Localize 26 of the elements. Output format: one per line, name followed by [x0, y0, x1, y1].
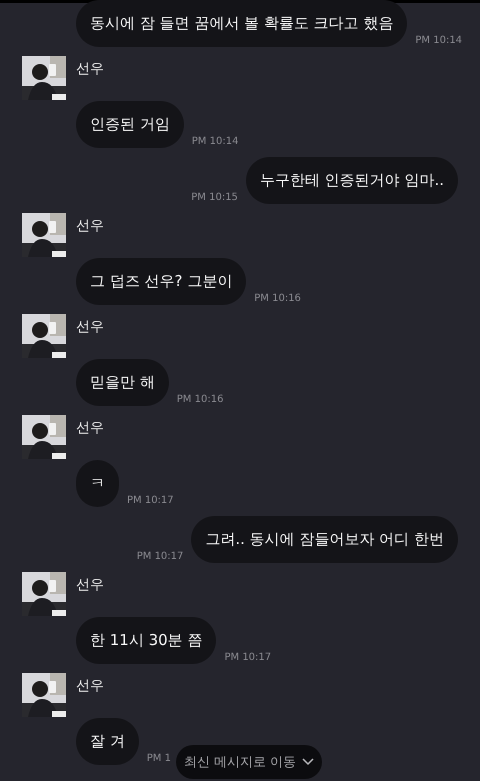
sender-name: 선우 — [76, 677, 104, 695]
message-bubble: 믿을만 해 — [76, 359, 169, 406]
message-time: PM 10:15 — [191, 192, 238, 203]
sender-name: 선우 — [76, 419, 104, 437]
message-time: PM 1 — [146, 753, 171, 764]
chevron-down-icon — [302, 758, 314, 766]
jump-to-latest-button[interactable]: 최신 메시지로 이동 — [176, 745, 322, 779]
message-bubble: 잘 겨 — [76, 718, 139, 765]
message-bubble: 동시에 잠 들면 꿈에서 볼 확률도 크다고 했음 — [76, 0, 408, 47]
message-bubble: ㅋ — [76, 460, 119, 507]
sender-name: 선우 — [76, 576, 104, 594]
message-bubble: 한 11시 30분 쯤 — [76, 617, 216, 664]
message-time: PM 10:16 — [254, 293, 301, 304]
sender-name: 선우 — [76, 60, 104, 78]
message-time: PM 10:17 — [136, 551, 184, 562]
message-bubble: 인증된 거임 — [76, 101, 184, 148]
sender-name: 선우 — [76, 217, 104, 235]
message-time: PM 10:16 — [176, 394, 224, 405]
sender-name: 선우 — [76, 318, 104, 336]
message-time: PM 10:17 — [224, 652, 272, 663]
message-bubble: 그 덥즈 선우? 그분이 — [76, 258, 246, 305]
message-time: PM 10:14 — [192, 136, 238, 147]
message-time: PM 10:17 — [127, 495, 174, 506]
message-time: PM 10:14 — [415, 35, 462, 46]
message-bubble: 누구한테 인증된거야 임마.. — [246, 157, 458, 204]
message-bubble: 그려.. 동시에 잠들어보자 어디 한번 — [191, 516, 458, 563]
